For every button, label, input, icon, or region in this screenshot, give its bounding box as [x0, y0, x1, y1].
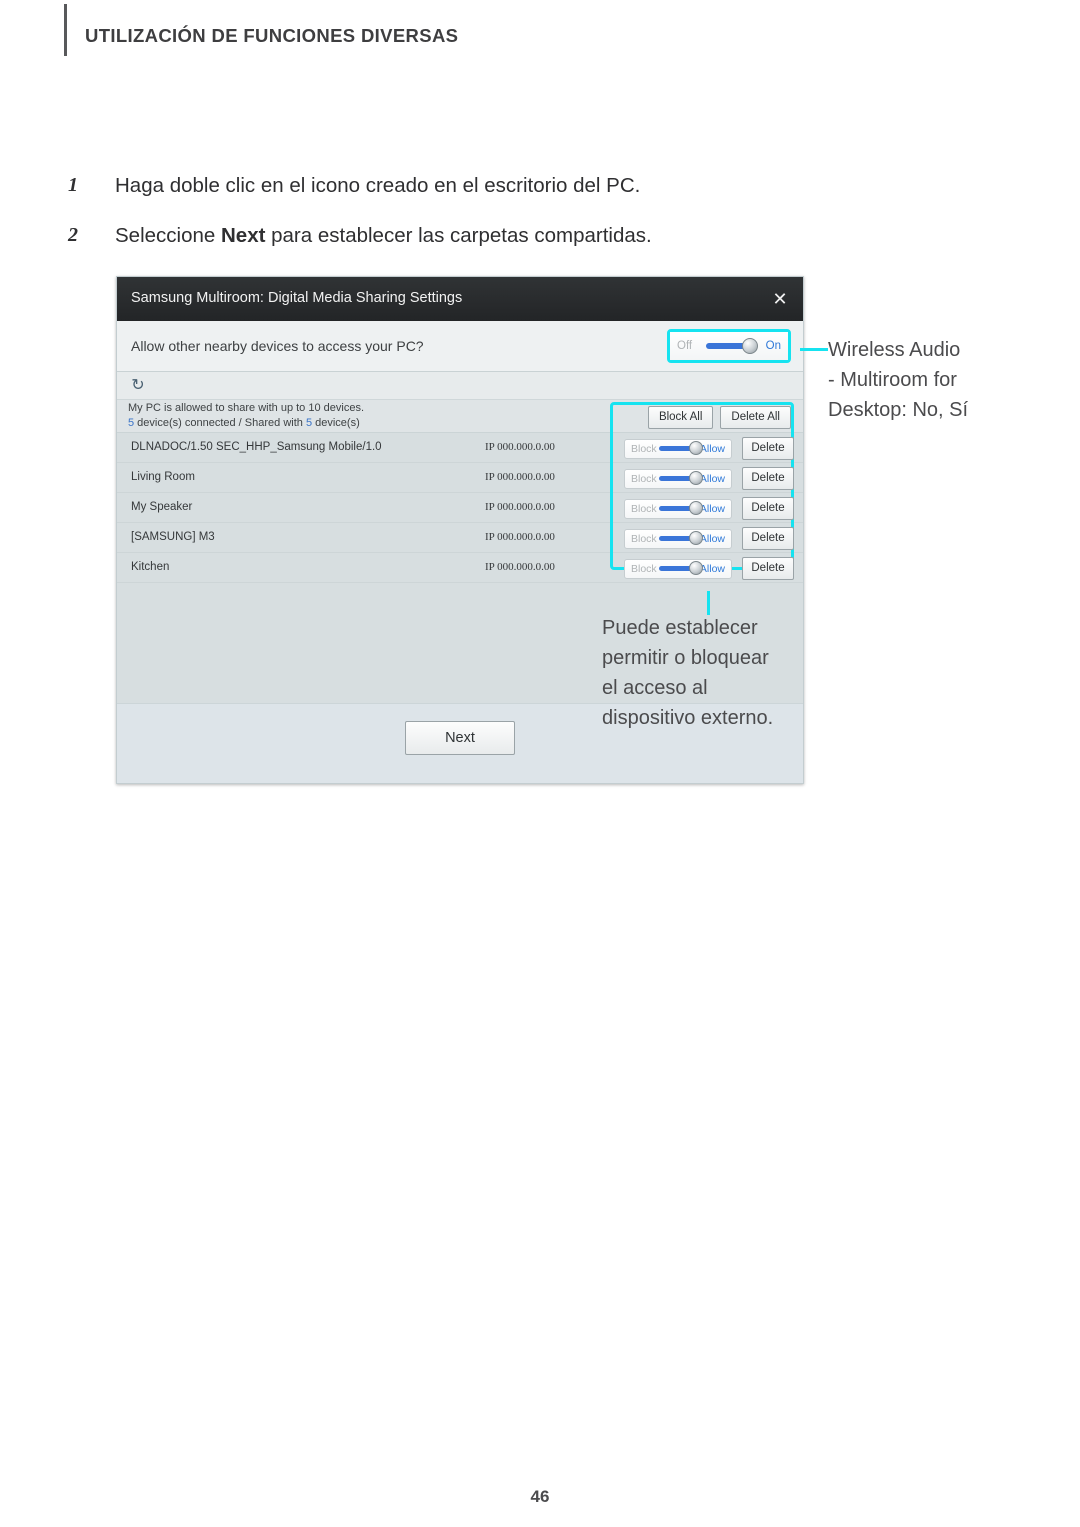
toggle-allow-label: Allow: [699, 532, 725, 545]
table-row: DLNADOC/1.50 SEC_HHP_Samsung Mobile/1.0 I…: [117, 433, 803, 463]
delete-button[interactable]: Delete: [742, 527, 794, 550]
step-number: 1: [68, 174, 78, 196]
callout-leader-top: [800, 348, 828, 351]
toggle-block-label: Block: [631, 502, 657, 515]
block-allow-toggle[interactable]: Block Allow: [624, 438, 732, 459]
block-allow-toggle[interactable]: Block Allow: [624, 498, 732, 519]
summary-mid-text: device(s) connected / Shared with: [134, 417, 306, 429]
toggle-track: [659, 471, 704, 485]
device-row-controls: Block Allow Delete: [624, 467, 794, 490]
block-all-button[interactable]: Block All: [647, 406, 714, 429]
device-row-controls: Block Allow Delete: [624, 527, 794, 550]
device-name: DLNADOC/1.50 SEC_HHP_Samsung Mobile/1.0: [131, 441, 382, 453]
step-text: Seleccione Next para establecer las carp…: [115, 224, 652, 248]
table-row: Living Room IP 000.000.0.00 Block Allow Dele…: [117, 463, 803, 493]
toggle-block-label: Block: [631, 532, 657, 545]
instruction-step-2: 2 Seleccione Next para establecer las ca…: [68, 224, 998, 258]
table-row: My Speaker IP 000.000.0.00 Block Allow Delet…: [117, 493, 803, 523]
summary-capacity-text: My PC is allowed to share with up to 10 …: [128, 402, 365, 414]
dialog-title: Samsung Multiroom: Digital Media Sharing…: [131, 290, 463, 306]
toggle-allow-label: Allow: [699, 562, 725, 575]
toggle-on-label: On: [765, 340, 781, 352]
refresh-icon[interactable]: ↻: [128, 376, 148, 396]
delete-all-button[interactable]: Delete All: [720, 406, 791, 429]
toggle-block-label: Block: [631, 442, 657, 455]
close-icon[interactable]: ✕: [767, 287, 793, 311]
toggle-block-label: Block: [631, 472, 657, 485]
step-number: 2: [68, 224, 78, 246]
device-name: Kitchen: [131, 561, 170, 573]
allow-access-row: Allow other nearby devices to access you…: [117, 321, 803, 372]
toggle-allow-label: Allow: [699, 472, 725, 485]
step-text: Haga doble clic en el icono creado en el…: [115, 174, 641, 197]
device-ip-address: IP 000.000.0.00: [485, 501, 555, 513]
callout-leader-bottom: [707, 591, 710, 615]
device-list: DLNADOC/1.50 SEC_HHP_Samsung Mobile/1.0 I…: [117, 433, 803, 583]
delete-button[interactable]: Delete: [742, 557, 794, 580]
delete-button[interactable]: Delete: [742, 467, 794, 490]
device-ip-address: IP 000.000.0.00: [485, 471, 555, 483]
allow-access-label: Allow other nearby devices to access you…: [131, 338, 424, 354]
callout-bottom-text: Puede establecer permitir o bloquear el …: [602, 617, 774, 729]
refresh-strip: ↻: [117, 372, 803, 400]
bulk-actions: Block All Delete All: [615, 406, 791, 429]
instruction-step-1: 1 Haga doble clic en el icono creado en …: [68, 174, 998, 208]
step-text-bold: Next: [220, 224, 266, 247]
device-ip-address: IP 000.000.0.00: [485, 531, 555, 543]
device-name: [SAMSUNG] M3: [131, 531, 215, 543]
page-title: UTILIZACIÓN DE FUNCIONES DIVERSAS: [85, 25, 459, 46]
page-number: 46: [530, 1487, 550, 1506]
table-row: [SAMSUNG] M3 IP 000.000.0.00 Block Allow Del…: [117, 523, 803, 553]
step-text-before: Seleccione: [115, 224, 221, 247]
block-allow-toggle[interactable]: Block Allow: [624, 558, 732, 579]
callout-top-text: Wireless Audio - Multiroom for Desktop: …: [828, 339, 969, 421]
device-row-controls: Block Allow Delete: [624, 557, 794, 580]
delete-button[interactable]: Delete: [742, 497, 794, 520]
device-row-controls: Block Allow Delete: [624, 497, 794, 520]
device-name: My Speaker: [131, 501, 193, 513]
toggle-off-label: Off: [677, 340, 693, 352]
toggle-allow-label: Allow: [699, 442, 725, 455]
toggle-track: [705, 338, 758, 354]
block-allow-toggle[interactable]: Block Allow: [624, 528, 732, 549]
summary-connection-text: 5 device(s) connected / Shared with 5 de…: [128, 417, 360, 429]
toggle-track: [659, 441, 704, 455]
summary-end-text: device(s): [312, 417, 360, 429]
master-access-toggle[interactable]: Off On: [667, 329, 791, 363]
toggle-block-label: Block: [631, 562, 657, 575]
block-allow-toggle[interactable]: Block Allow: [624, 468, 732, 489]
device-name: Living Room: [131, 471, 195, 483]
toggle-track: [659, 531, 704, 545]
toggle-allow-label: Allow: [699, 502, 725, 515]
dialog-titlebar: Samsung Multiroom: Digital Media Sharing…: [117, 277, 803, 321]
table-row: Kitchen IP 000.000.0.00 Block Allow Delete: [117, 553, 803, 583]
device-ip-address: IP 000.000.0.00: [485, 441, 555, 453]
device-row-controls: Block Allow Delete: [624, 437, 794, 460]
next-button[interactable]: Next: [405, 721, 515, 755]
step-text-after: para establecer las carpetas compartidas…: [265, 224, 652, 247]
delete-button[interactable]: Delete: [742, 437, 794, 460]
toggle-track: [659, 561, 704, 575]
toggle-track: [659, 501, 704, 515]
header-rule: [64, 4, 67, 56]
device-ip-address: IP 000.000.0.00: [485, 561, 555, 573]
page-header: UTILIZACIÓN DE FUNCIONES DIVERSAS: [0, 0, 1080, 72]
toggle-knob: [741, 338, 758, 354]
